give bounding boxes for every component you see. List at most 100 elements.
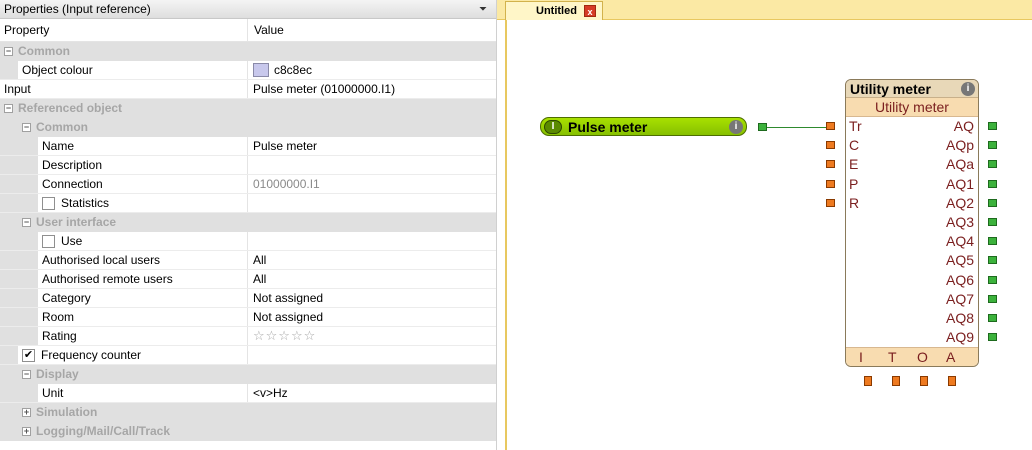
property-value-cell[interactable] — [248, 156, 496, 174]
property-value-cell[interactable]: Not assigned — [248, 308, 496, 326]
property-group-row[interactable]: − Referenced object — [0, 99, 496, 118]
property-name-cell[interactable]: Category — [0, 289, 248, 307]
pulse-meter-block[interactable]: I Pulse meter i — [540, 117, 747, 136]
output-pin[interactable] — [988, 122, 997, 130]
property-row[interactable]: Unit <v>Hz — [0, 384, 496, 403]
output-pin[interactable] — [988, 218, 997, 226]
checkbox[interactable]: ✔ — [22, 348, 35, 362]
collapse-icon[interactable]: − — [22, 369, 31, 379]
property-value-cell[interactable]: 01000000.I1 — [248, 175, 496, 193]
property-name-cell[interactable]: Statistics — [0, 194, 248, 212]
output-pin[interactable] — [988, 199, 997, 207]
output-pin[interactable] — [988, 333, 997, 341]
property-value-cell[interactable] — [248, 346, 496, 364]
output-pin[interactable] — [988, 237, 997, 245]
info-icon[interactable]: i — [961, 82, 975, 96]
collapse-icon[interactable]: − — [22, 122, 31, 132]
collapse-icon[interactable]: − — [4, 103, 13, 113]
tab-untitled[interactable]: Untitled x — [505, 1, 603, 20]
property-name-cell[interactable]: − Display — [0, 365, 248, 383]
property-value-cell[interactable]: All — [248, 251, 496, 269]
expand-icon[interactable]: + — [22, 407, 31, 417]
property-name-cell[interactable]: Name — [0, 137, 248, 155]
pulse-output-pin[interactable] — [758, 123, 767, 131]
bottom-input-pin[interactable] — [948, 376, 956, 386]
property-value-cell[interactable]: Pulse meter — [248, 137, 496, 155]
property-row[interactable]: Description — [0, 156, 496, 175]
property-row[interactable]: Use — [0, 232, 496, 251]
property-name-cell[interactable]: − Referenced object — [0, 99, 248, 117]
value-column-header[interactable]: Value — [248, 23, 284, 37]
bottom-input-pin[interactable] — [892, 376, 900, 386]
property-row[interactable]: Statistics — [0, 194, 496, 213]
property-value-cell[interactable]: <v>Hz — [248, 384, 496, 402]
input-pin[interactable] — [826, 180, 835, 188]
property-value-cell[interactable] — [248, 232, 496, 250]
property-group-row[interactable]: + Logging/Mail/Call/Track — [0, 422, 496, 441]
bottom-input-pin[interactable] — [864, 376, 872, 386]
property-name-cell[interactable]: Authorised local users — [0, 251, 248, 269]
property-name-cell[interactable]: Room — [0, 308, 248, 326]
output-pin[interactable] — [988, 141, 997, 149]
property-row[interactable]: Name Pulse meter — [0, 137, 496, 156]
output-pin[interactable] — [988, 160, 997, 168]
property-name-cell[interactable]: ✔ Frequency counter — [0, 346, 248, 364]
property-name-cell[interactable]: Rating — [0, 327, 248, 345]
property-name-cell[interactable]: − Common — [0, 42, 248, 60]
property-group-row[interactable]: − Display — [0, 365, 496, 384]
property-value-cell[interactable]: c8c8ec — [248, 61, 496, 79]
close-icon[interactable]: x — [584, 5, 596, 17]
property-row[interactable]: Authorised remote users All — [0, 270, 496, 289]
info-icon[interactable]: i — [729, 120, 743, 134]
property-group-row[interactable]: − Common — [0, 118, 496, 137]
property-name-cell[interactable]: Authorised remote users — [0, 270, 248, 288]
pin-icon[interactable]: ⏷ — [476, 2, 490, 16]
bottom-input-pin[interactable] — [920, 376, 928, 386]
checkbox[interactable] — [42, 234, 55, 248]
input-pin[interactable] — [826, 160, 835, 168]
connection-wire[interactable] — [767, 127, 827, 128]
property-row[interactable]: Rating ☆☆☆☆☆ — [0, 327, 496, 346]
property-name-cell[interactable]: Unit — [0, 384, 248, 402]
property-value-cell[interactable]: Pulse meter (01000000.I1) — [248, 80, 496, 98]
property-name-cell[interactable]: Description — [0, 156, 248, 174]
property-group-row[interactable]: + Simulation — [0, 403, 496, 422]
property-name-cell[interactable]: Use — [0, 232, 248, 250]
output-pin[interactable] — [988, 314, 997, 322]
property-name-cell[interactable]: Object colour — [0, 61, 248, 79]
property-name-cell[interactable]: + Logging/Mail/Call/Track — [0, 422, 248, 440]
property-row[interactable]: Object colour c8c8ec — [0, 61, 496, 80]
property-name-cell[interactable]: − Common — [0, 118, 248, 136]
checkbox[interactable] — [42, 196, 55, 210]
property-name-cell[interactable]: + Simulation — [0, 403, 248, 421]
property-name-cell[interactable]: Input — [0, 80, 248, 98]
color-swatch[interactable] — [253, 63, 269, 77]
output-pin[interactable] — [988, 256, 997, 264]
output-pin[interactable] — [988, 295, 997, 303]
property-row[interactable]: Input Pulse meter (01000000.I1) — [0, 80, 496, 99]
property-value-cell[interactable]: All — [248, 270, 496, 288]
rating-stars[interactable]: ☆☆☆☆☆ — [253, 328, 316, 344]
property-row[interactable]: Room Not assigned — [0, 308, 496, 327]
property-row[interactable]: Connection 01000000.I1 — [0, 175, 496, 194]
input-pin[interactable] — [826, 141, 835, 149]
property-value: Pulse meter — [253, 139, 318, 153]
property-group-row[interactable]: − Common — [0, 42, 496, 61]
input-pin[interactable] — [826, 122, 835, 130]
property-column-header[interactable]: Property — [0, 19, 248, 41]
input-pin[interactable] — [826, 199, 835, 207]
property-row[interactable]: ✔ Frequency counter — [0, 346, 496, 365]
property-row[interactable]: Category Not assigned — [0, 289, 496, 308]
output-pin[interactable] — [988, 276, 997, 284]
collapse-icon[interactable]: − — [4, 46, 13, 56]
property-row[interactable]: Authorised local users All — [0, 251, 496, 270]
property-value-cell[interactable] — [248, 194, 496, 212]
property-value-cell[interactable]: ☆☆☆☆☆ — [248, 327, 496, 345]
property-group-row[interactable]: − User interface — [0, 213, 496, 232]
output-pin[interactable] — [988, 180, 997, 188]
property-value-cell[interactable]: Not assigned — [248, 289, 496, 307]
expand-icon[interactable]: + — [22, 426, 31, 436]
collapse-icon[interactable]: − — [22, 217, 31, 227]
property-name-cell[interactable]: − User interface — [0, 213, 248, 231]
property-name-cell[interactable]: Connection — [0, 175, 248, 193]
